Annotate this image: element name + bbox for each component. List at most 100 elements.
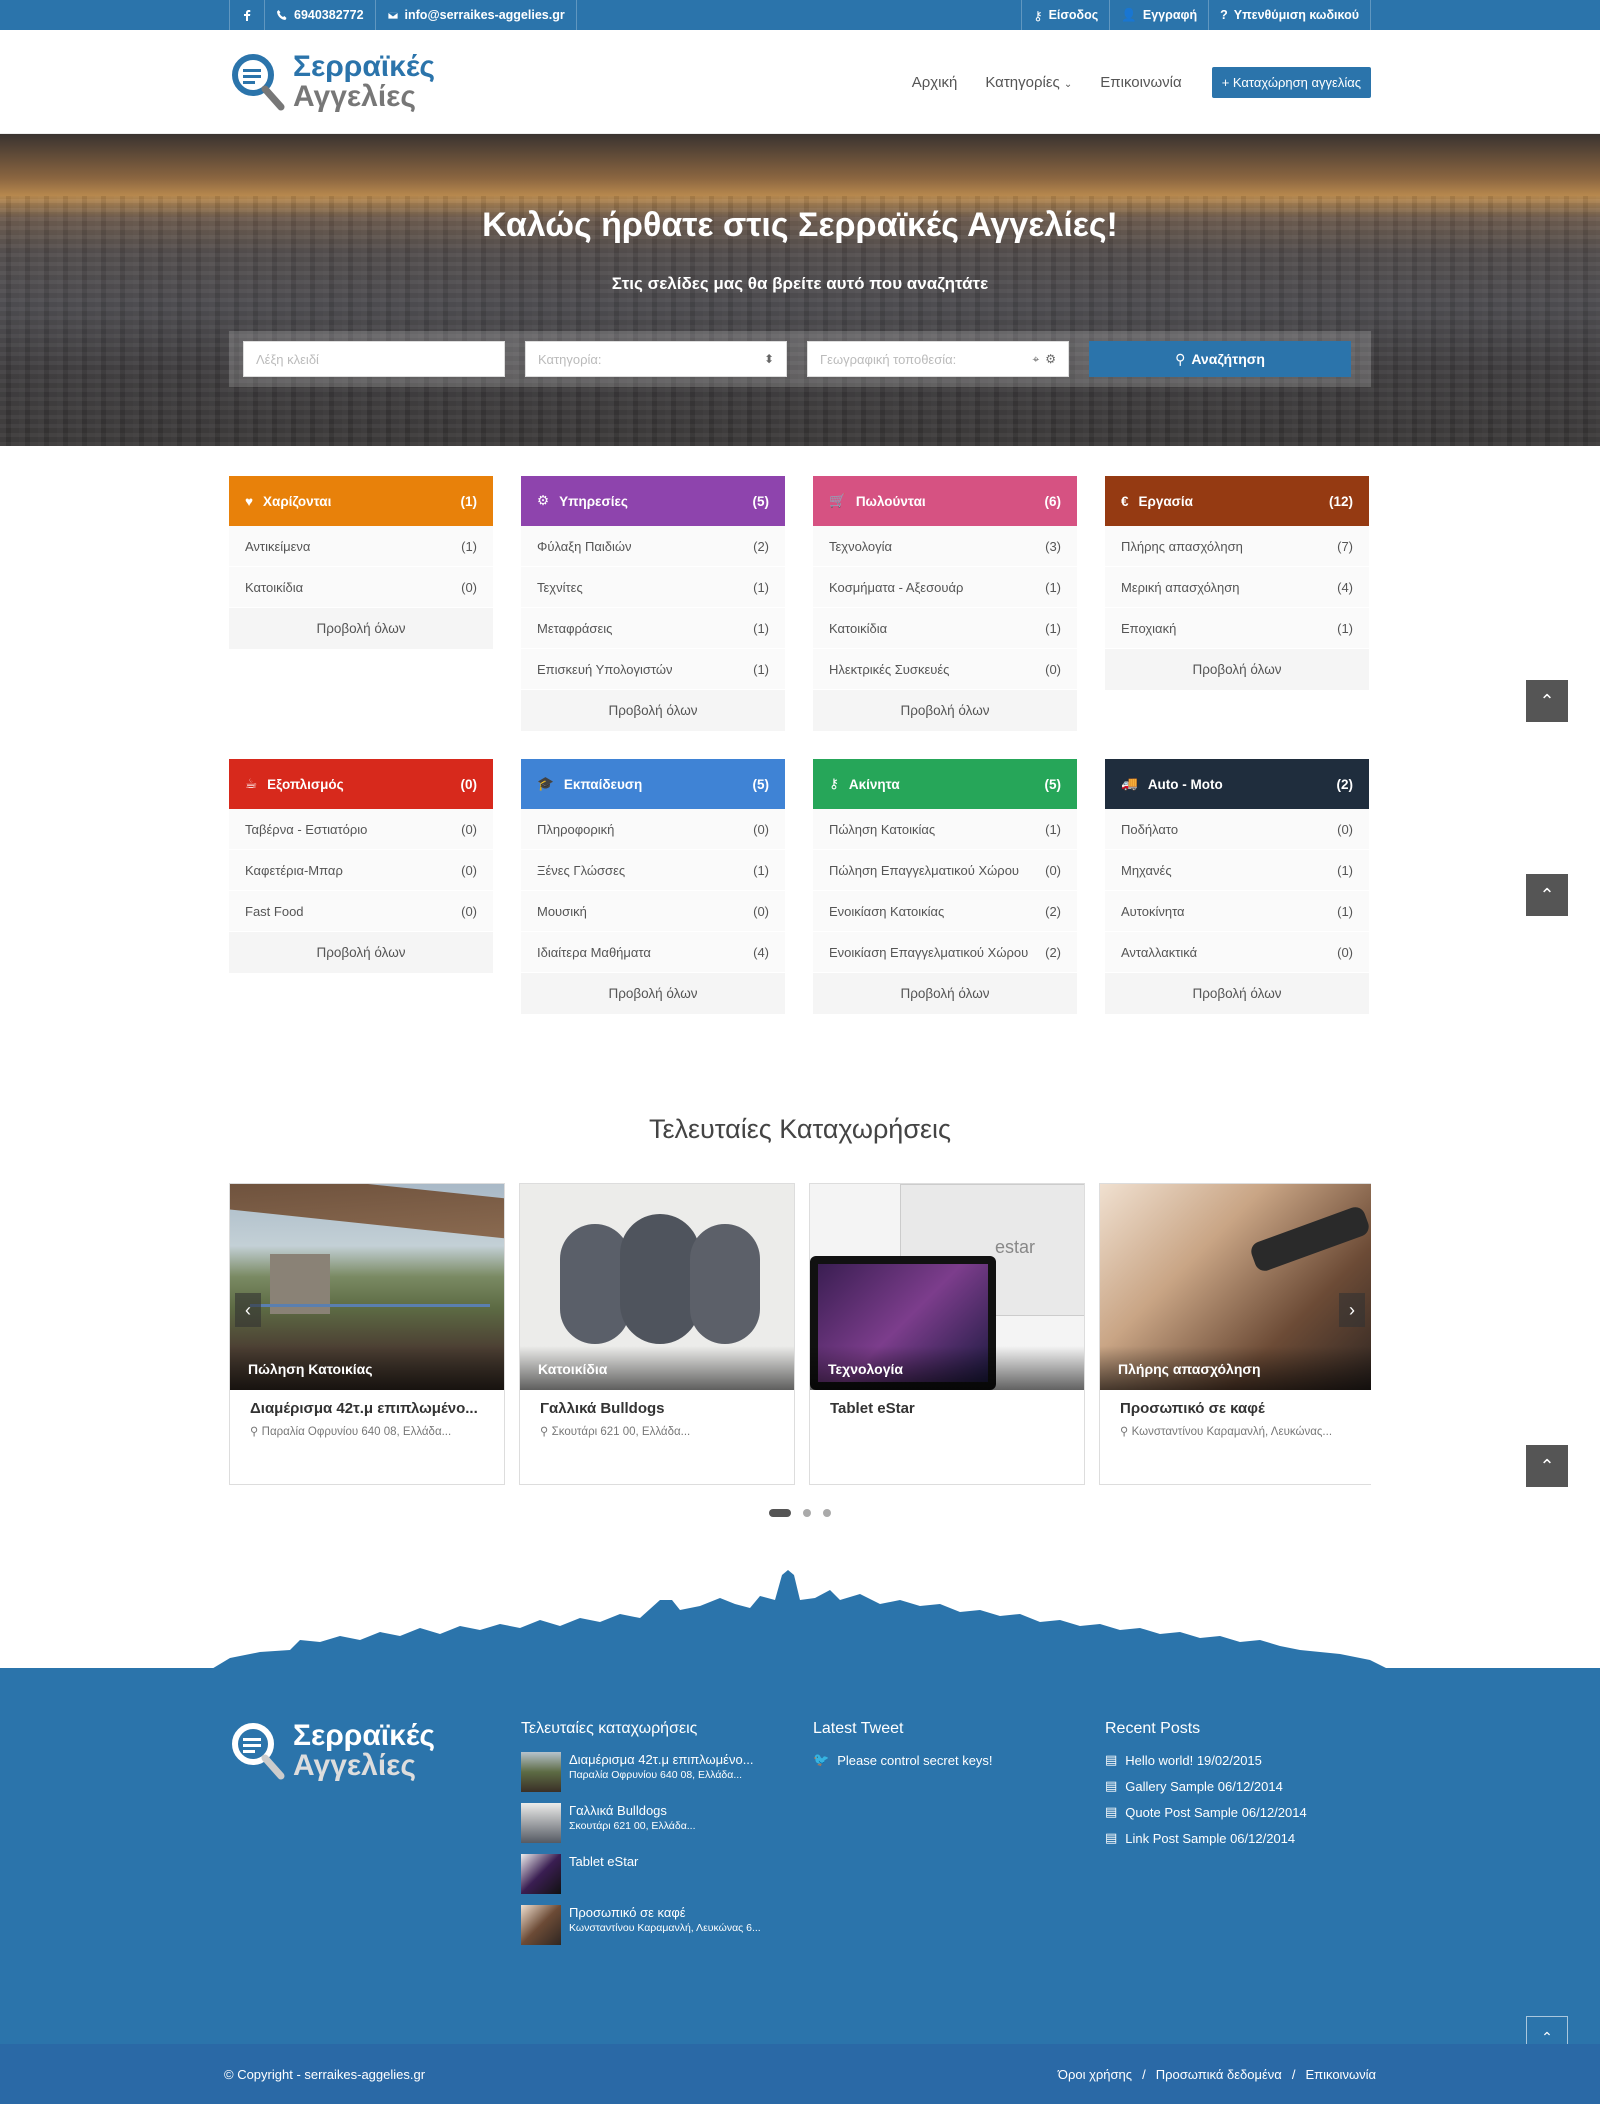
subcategory-item[interactable]: Κατοικίδια (0) <box>229 567 493 608</box>
category-header[interactable]: 🛒 Πωλούνται (6) <box>813 476 1077 526</box>
subcategory-item[interactable]: Αυτοκίνητα (1) <box>1105 891 1369 932</box>
scroll-top-button[interactable]: ⌃ <box>1526 874 1568 916</box>
crosshair-icon[interactable]: ⌖ <box>1032 352 1039 367</box>
listing-location: ⚲ Σκουτάρι 621 00, Ελλάδα... <box>520 1418 794 1444</box>
category-name: Χαρίζονται <box>263 493 332 509</box>
subcategory-item[interactable]: Μουσική (0) <box>521 891 785 932</box>
subcategory-item[interactable]: Κοσμήματα - Αξεσουάρ (1) <box>813 567 1077 608</box>
contact-link[interactable]: Επικοινωνία <box>1305 2067 1376 2082</box>
subcategory-item[interactable]: Μηχανές (1) <box>1105 850 1369 891</box>
recent-post-link[interactable]: ▤ Quote Post Sample 06/12/2014 <box>1105 1804 1371 1820</box>
subcategory-item[interactable]: Μερική απασχόληση (4) <box>1105 567 1369 608</box>
view-all-link[interactable]: Προβολή όλων <box>521 690 785 731</box>
footer-post[interactable]: Γαλλικά Bulldogs Σκουτάρι 621 00, Ελλάδα.… <box>521 1803 813 1843</box>
category-select[interactable]: Κατηγορία: ⬍ <box>525 341 787 377</box>
carousel-dot[interactable] <box>803 1509 811 1517</box>
subcategory-item[interactable]: Μεταφράσεις (1) <box>521 608 785 649</box>
subcategory-count: (1) <box>1337 620 1353 636</box>
category-header[interactable]: ☕ Εξοπλισμός (0) <box>229 759 493 809</box>
keyword-input[interactable]: Λέξη κλειδί <box>243 341 505 377</box>
footer-latest-title: Τελευταίες καταχωρήσεις <box>521 1720 698 1737</box>
category-header[interactable]: 🎓 Εκπαίδευση (5) <box>521 759 785 809</box>
listing-card[interactable]: Πλήρης απασχόληση Προσωπικό σε καφέ ⚲ Κω… <box>1099 1183 1371 1485</box>
category-header[interactable]: 🚚 Auto - Moto (2) <box>1105 759 1369 809</box>
carousel-next-button[interactable]: › <box>1339 1293 1365 1327</box>
footer-post[interactable]: Tablet eStar <box>521 1854 813 1894</box>
subcategory-item[interactable]: Ιδιαίτερα Μαθήματα (4) <box>521 932 785 973</box>
subcategory-item[interactable]: Ηλεκτρικές Συσκευές (0) <box>813 649 1077 690</box>
subcategory-item[interactable]: Καφετέρια-Μπαρ (0) <box>229 850 493 891</box>
chevron-up-icon: ⌃ <box>1539 884 1555 905</box>
facebook-link[interactable] <box>229 0 264 30</box>
subcategory-item[interactable]: Φύλαξη Παιδιών (2) <box>521 526 785 567</box>
scroll-top-button[interactable]: ⌃ <box>1526 680 1568 722</box>
subcategory-item[interactable]: Ανταλλακτικά (0) <box>1105 932 1369 973</box>
category-header[interactable]: ⚙ Υπηρεσίες (5) <box>521 476 785 526</box>
view-all-link[interactable]: Προβολή όλων <box>229 932 493 973</box>
recent-post-link[interactable]: ▤ Gallery Sample 06/12/2014 <box>1105 1778 1371 1794</box>
subcategory-item[interactable]: Ξένες Γλώσσες (1) <box>521 850 785 891</box>
location-input[interactable]: Γεωγραφική τοποθεσία: ⌖ ⚙ <box>807 341 1069 377</box>
subcategory-label: Ποδήλατο <box>1121 821 1179 837</box>
subcategory-count: (0) <box>753 821 769 837</box>
password-reminder-link[interactable]: ? Υπενθύμιση κωδικού <box>1208 0 1371 30</box>
view-all-link[interactable]: Προβολή όλων <box>1105 973 1369 1014</box>
nav-categories[interactable]: Κατηγορίες ⌄ <box>985 74 1072 91</box>
listing-card[interactable]: Κατοικίδια Γαλλικά Bulldogs ⚲ Σκουτάρι 6… <box>519 1183 795 1485</box>
listing-image-balcony: Πώληση Κατοικίας <box>230 1184 504 1390</box>
login-link[interactable]: ⚷ Είσοδος <box>1021 0 1109 30</box>
view-all-link[interactable]: Προβολή όλων <box>813 973 1077 1014</box>
carousel-dot[interactable] <box>769 1509 791 1517</box>
terms-link[interactable]: Όροι χρήσης <box>1058 2067 1132 2082</box>
scroll-top-button[interactable]: ⌃ <box>1526 1445 1568 1487</box>
subcategory-item[interactable]: Ταβέρνα - Εστιατόριο (0) <box>229 809 493 850</box>
privacy-link[interactable]: Προσωπικά δεδομένα <box>1156 2067 1282 2082</box>
carousel-dot[interactable] <box>823 1509 831 1517</box>
category-header[interactable]: ⚷ Ακίνητα (5) <box>813 759 1077 809</box>
listing-card[interactable]: Πώληση Κατοικίας Διαμέρισμα 42τ.μ επιπλω… <box>229 1183 505 1485</box>
recent-post-link[interactable]: ▤ Link Post Sample 06/12/2014 <box>1105 1830 1371 1846</box>
phone-link[interactable]: 6940382772 <box>264 0 375 30</box>
subcategory-item[interactable]: Επισκευή Υπολογιστών (1) <box>521 649 785 690</box>
listing-card[interactable]: estar Τεχνολογία Tablet eStar <box>809 1183 1085 1485</box>
logo[interactable]: Σερραϊκές Αγγελίες <box>229 51 435 113</box>
subcategory-item[interactable]: Πώληση Κατοικίας (1) <box>813 809 1077 850</box>
subcategory-item[interactable]: Αντικείμενα (1) <box>229 526 493 567</box>
footer-logo[interactable]: Σερραϊκές Αγγελίες <box>229 1720 521 1782</box>
view-all-link[interactable]: Προβολή όλων <box>229 608 493 649</box>
category-header[interactable]: € Εργασία (12) <box>1105 476 1369 526</box>
category-header[interactable]: ♥ Χαρίζονται (1) <box>229 476 493 526</box>
carousel-prev-button[interactable]: ‹ <box>235 1293 261 1327</box>
add-listing-button[interactable]: + Καταχώρηση αγγελίας <box>1211 66 1371 98</box>
nav-home[interactable]: Αρχική <box>912 74 958 91</box>
subcategory-item[interactable]: Εποχιακή (1) <box>1105 608 1369 649</box>
view-all-link[interactable]: Προβολή όλων <box>1105 649 1369 690</box>
logo-line2: Αγγελίες <box>293 1749 417 1782</box>
view-all-link[interactable]: Προβολή όλων <box>813 690 1077 731</box>
subcategory-item[interactable]: Πληροφορική (0) <box>521 809 785 850</box>
subcategory-item[interactable]: Ενοικίαση Επαγγελματικού Χώρου (2) <box>813 932 1077 973</box>
register-link[interactable]: 👤 Εγγραφή <box>1109 0 1208 30</box>
footer-post[interactable]: Προσωπικό σε καφέ Κωνσταντίνου Καραμανλή,… <box>521 1905 813 1945</box>
subcategory-item[interactable]: Πώληση Επαγγελματικού Χώρου (0) <box>813 850 1077 891</box>
subcategory-label: Μουσική <box>537 903 587 919</box>
view-all-link[interactable]: Προβολή όλων <box>521 973 785 1014</box>
subcategory-item[interactable]: Κατοικίδια (1) <box>813 608 1077 649</box>
subcategory-item[interactable]: Ενοικίαση Κατοικίας (2) <box>813 891 1077 932</box>
tablet-brand: estar <box>994 1237 1035 1257</box>
subcategory-item[interactable]: Τεχνολογία (3) <box>813 526 1077 567</box>
subcategory-item[interactable]: Ποδήλατο (0) <box>1105 809 1369 850</box>
subcategory-item[interactable]: Fast Food (0) <box>229 891 493 932</box>
search-button[interactable]: ⚲ Αναζήτηση <box>1089 341 1351 377</box>
twitter-icon: 🐦 <box>813 1752 830 1767</box>
recent-post-link[interactable]: ▤ Hello world! 19/02/2015 <box>1105 1752 1371 1768</box>
subcategory-item[interactable]: Πλήρης απασχόληση (7) <box>1105 526 1369 567</box>
subcategory-item[interactable]: Τεχνίτες (1) <box>521 567 785 608</box>
subcategory-count: (1) <box>1337 862 1353 878</box>
subcategory-label: Αντικείμενα <box>245 538 311 554</box>
nav-contact[interactable]: Επικοινωνία <box>1100 74 1181 91</box>
footer-recent-posts: Recent Posts ▤ Hello world! 19/02/2015 ▤ G… <box>1105 1720 1371 1956</box>
gear-icon[interactable]: ⚙ <box>1045 352 1056 367</box>
footer-post[interactable]: Διαμέρισμα 42τ.μ επιπλωμένο... Παραλία Οφ… <box>521 1752 813 1792</box>
email-link[interactable]: info@serraikes-aggelies.gr <box>374 0 577 30</box>
